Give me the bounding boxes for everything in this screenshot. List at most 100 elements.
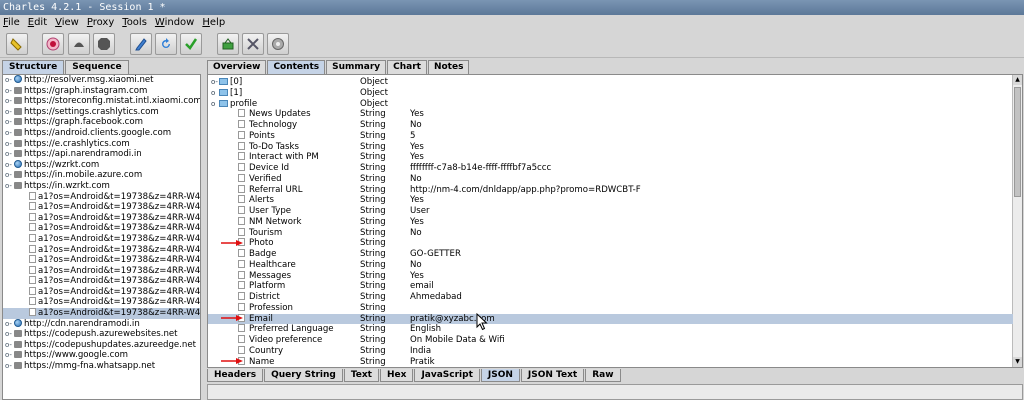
expand-toggle-icon[interactable]: o- xyxy=(5,139,14,150)
tree-row[interactable]: a1?os=Android&t=19738&z=4RR-W49 xyxy=(3,265,200,277)
scroll-thumb[interactable] xyxy=(1014,87,1021,197)
tab-contents[interactable]: Contents xyxy=(267,60,326,74)
tree-row[interactable]: o-https://android.clients.google.com xyxy=(3,128,200,139)
throttle-button[interactable] xyxy=(68,33,90,55)
tree-row[interactable]: o-https://e.crashlytics.com xyxy=(3,139,200,150)
scroll-down-icon[interactable]: ▼ xyxy=(1013,357,1022,367)
tree-row[interactable]: o-https://settings.crashlytics.com xyxy=(3,107,200,118)
tree-row[interactable]: a1?os=Android&t=19738&z=4RR-W49 xyxy=(3,255,200,266)
tab-hex[interactable]: Hex xyxy=(379,369,414,382)
tree-row[interactable]: a1?os=Android&t=19738&z=4RR-W49 xyxy=(3,191,200,203)
json-row[interactable]: Technology String No xyxy=(208,120,1013,131)
expand-toggle-icon[interactable]: o- xyxy=(5,340,14,351)
json-row[interactable]: o- [0] Object xyxy=(208,77,1013,88)
json-row[interactable]: o [1] Object xyxy=(208,88,1013,99)
json-row[interactable]: Platform String email xyxy=(208,281,1013,292)
menu-view[interactable]: View xyxy=(55,17,79,28)
tree-row[interactable]: o-https://storeconfig.mistat.intl.xiaomi… xyxy=(3,96,200,107)
basket-button[interactable] xyxy=(217,33,239,55)
expand-toggle-icon[interactable]: o- xyxy=(5,329,14,340)
tree-row[interactable]: o-https://api.narendramodi.in xyxy=(3,149,200,160)
json-row[interactable]: To-Do Tasks String Yes xyxy=(208,141,1013,153)
pen-button[interactable] xyxy=(130,33,152,55)
tree-row[interactable]: o-https://graph.instagram.com xyxy=(3,86,200,97)
structure-tree[interactable]: o-http://resolver.msg.xiaomi.net o-https:… xyxy=(2,74,201,400)
menu-tools[interactable]: Tools xyxy=(122,17,147,28)
json-row[interactable]: Healthcare String No xyxy=(208,259,1013,271)
json-row[interactable]: Photo String xyxy=(208,238,1013,249)
tab-query-string[interactable]: Query String xyxy=(264,369,343,382)
settings-button[interactable] xyxy=(267,33,289,55)
tab-summary[interactable]: Summary xyxy=(326,60,387,74)
tree-row[interactable]: a1?os=Android&t=19738&z=4RR-W49 xyxy=(3,308,200,319)
json-row[interactable]: Tourism String No xyxy=(208,227,1013,239)
tab-json-text[interactable]: JSON Text xyxy=(520,369,585,382)
tab-text[interactable]: Text xyxy=(343,369,379,382)
json-row[interactable]: User Type String User xyxy=(208,206,1013,217)
record-button[interactable] xyxy=(42,33,64,55)
tree-row[interactable]: o-http://cdn.narendramodi.in xyxy=(3,318,200,330)
menu-window[interactable]: Window xyxy=(155,17,194,28)
tree-row[interactable]: a1?os=Android&t=19738&z=4RR-W49 xyxy=(3,233,200,245)
json-row[interactable]: Preferred Language String English xyxy=(208,324,1013,335)
tree-row[interactable]: a1?os=Android&t=19738&z=4RR-W49 xyxy=(3,276,200,287)
menu-help[interactable]: Help xyxy=(202,17,225,28)
tree-row[interactable]: o-http://resolver.msg.xiaomi.net xyxy=(3,75,200,86)
expand-toggle-icon[interactable]: o- xyxy=(5,149,14,160)
expand-toggle-icon[interactable]: o- xyxy=(5,117,14,128)
expand-toggle-icon[interactable]: o- xyxy=(5,361,14,372)
tree-row[interactable]: a1?os=Android&t=19738&z=4RR-W49 xyxy=(3,244,200,256)
tree-row[interactable]: a1?os=Android&t=19738&z=4RR-W49 xyxy=(3,212,200,224)
expand-toggle-icon[interactable]: o- xyxy=(5,107,14,118)
json-row[interactable]: Device Id String ffffffff-c7a8-b14e-ffff-f… xyxy=(208,163,1013,174)
json-row[interactable]: Profession String xyxy=(208,302,1013,314)
tree-row[interactable]: a1?os=Android&t=19738&z=4RR-W49 xyxy=(3,297,200,308)
tree-row[interactable]: a1?os=Android&t=19738&z=4RR-W49 xyxy=(3,286,200,298)
tree-row[interactable]: o-https://codepushupdates.azureedge.net xyxy=(3,340,200,351)
json-row[interactable]: District String Ahmedabad xyxy=(208,292,1013,303)
expand-toggle-icon[interactable]: o- xyxy=(5,319,14,330)
scroll-up-icon[interactable]: ▲ xyxy=(1013,75,1022,85)
json-row[interactable]: Email String pratik@xyzabc.com xyxy=(208,313,1013,325)
tree-expand-icon[interactable]: o- xyxy=(211,77,219,88)
tab-headers[interactable]: Headers xyxy=(207,369,264,382)
expand-toggle-icon[interactable]: o- xyxy=(5,86,14,97)
tab-javascript[interactable]: JavaScript xyxy=(414,369,480,382)
tools-button[interactable] xyxy=(242,33,264,55)
expand-toggle-icon[interactable]: o- xyxy=(5,160,14,171)
tree-row[interactable]: o-https://in.mobile.azure.com xyxy=(3,170,200,181)
tree-row[interactable]: o-https://www.google.com xyxy=(3,350,200,361)
tree-row[interactable]: o-https://codepush.azurewebsites.net xyxy=(3,329,200,340)
stop-button[interactable] xyxy=(93,33,115,55)
json-row[interactable]: Name String Pratik xyxy=(208,356,1013,368)
expand-toggle-icon[interactable]: o- xyxy=(5,75,14,86)
broom-button[interactable] xyxy=(6,33,28,55)
expand-toggle-icon[interactable]: o- xyxy=(5,350,14,361)
json-row[interactable]: NM Network String Yes xyxy=(208,216,1013,228)
expand-toggle-icon[interactable]: o- xyxy=(5,96,14,107)
tree-row[interactable]: o-https://mmg-fna.whatsapp.net xyxy=(3,361,200,372)
json-row[interactable]: o profile Object xyxy=(208,99,1013,110)
tree-row[interactable]: o-https://in.wzrkt.com xyxy=(3,181,200,192)
menu-proxy[interactable]: Proxy xyxy=(87,17,114,28)
tree-row[interactable]: a1?os=Android&t=19738&z=4RR-W49 xyxy=(3,223,200,234)
tab-json[interactable]: JSON xyxy=(480,369,520,382)
json-row[interactable]: Badge String GO-GETTER xyxy=(208,249,1013,260)
tab-notes[interactable]: Notes xyxy=(427,60,470,74)
json-row[interactable]: News Updates String Yes xyxy=(208,109,1013,120)
refresh-button[interactable] xyxy=(155,33,177,55)
tree-row[interactable]: a1?os=Android&t=19738&z=4RR-W49 xyxy=(3,202,200,213)
menu-edit[interactable]: Edit xyxy=(28,17,47,28)
json-row[interactable]: Interact with PM String Yes xyxy=(208,152,1013,163)
tab-structure[interactable]: Structure xyxy=(2,60,65,74)
json-tree-view[interactable]: ▲ ▼ o- [0] Object o [1] Object o profile Object N… xyxy=(207,74,1023,368)
tab-chart[interactable]: Chart xyxy=(387,60,427,74)
tab-sequence[interactable]: Sequence xyxy=(65,60,129,74)
menu-file[interactable]: File xyxy=(3,17,20,28)
expand-toggle-icon[interactable]: o- xyxy=(5,170,14,181)
tab-overview[interactable]: Overview xyxy=(207,60,267,74)
tree-row[interactable]: o-https://graph.facebook.com xyxy=(3,117,200,128)
json-row[interactable]: Points String 5 xyxy=(208,130,1013,142)
json-row[interactable]: Verified String No xyxy=(208,173,1013,185)
json-row[interactable]: Referral URL String http://nm-4.com/dnldap… xyxy=(208,184,1013,196)
